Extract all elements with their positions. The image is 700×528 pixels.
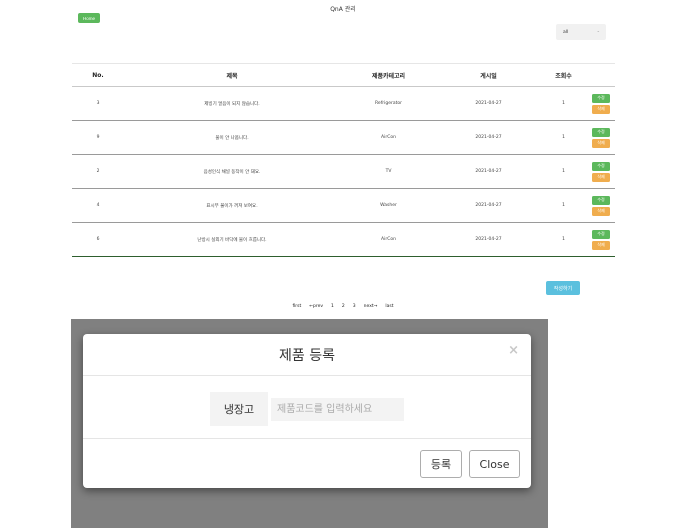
row-no: 6 <box>96 237 100 242</box>
product-code-input[interactable] <box>271 398 404 421</box>
row-views: 1 <box>562 237 565 242</box>
page-next-link[interactable]: next→ <box>364 304 378 309</box>
edit-button[interactable]: 수정 <box>592 127 610 137</box>
row-title-link[interactable]: 제빙기 얼음이 되지 않습니다. <box>124 101 340 107</box>
row-category: AirCon <box>381 135 396 140</box>
column-header-views: 조회수 <box>555 72 572 80</box>
modal-body: 냉장고 <box>83 376 531 439</box>
table-row[interactable]: 2 음성인식 채널 동작이 안 돼요. TV 2021-04-27 1 수정 삭… <box>72 155 615 189</box>
delete-button[interactable]: 삭제 <box>592 240 610 250</box>
pagination: first ←prev 1 2 3 next→ last <box>0 304 686 309</box>
write-post-button[interactable]: 작성하기 <box>546 281 580 295</box>
column-header-no: No. <box>92 71 104 79</box>
row-date: 2021-04-27 <box>475 237 502 242</box>
table-row[interactable]: 6 난방시 실외기 바닥에 물이 흐릅니다. AirCon 2021-04-27… <box>72 223 615 257</box>
row-actions: 수정 삭제 <box>587 127 615 148</box>
edit-button[interactable]: 수정 <box>592 161 610 171</box>
row-no: 3 <box>96 101 100 106</box>
row-category: Washer <box>380 203 397 208</box>
page-first-link[interactable]: first <box>292 304 301 309</box>
page: QnA 관리 Home all ⌄ No. 제목 제품카테고리 게시일 조회수 … <box>0 0 700 528</box>
row-title-link[interactable]: 물이 안 나옵니다. <box>124 135 340 141</box>
page-title: QnA 관리 <box>330 6 356 13</box>
row-actions: 수정 삭제 <box>587 229 615 250</box>
product-type-label: 냉장고 <box>210 392 268 426</box>
table-row[interactable]: 4 표시부 불이가 꺼져 보여요. Washer 2021-04-27 1 수정… <box>72 189 615 223</box>
row-views: 1 <box>562 203 565 208</box>
row-no: 2 <box>96 169 100 174</box>
page-1-link[interactable]: 1 <box>331 304 334 309</box>
qna-table: No. 제목 제품카테고리 게시일 조회수 3 제빙기 얼음이 되지 않습니다.… <box>72 63 615 257</box>
edit-button[interactable]: 수정 <box>592 93 610 103</box>
product-register-modal: 제품 등록 × 냉장고 등록 Close <box>83 334 531 488</box>
row-date: 2021-04-27 <box>475 101 502 106</box>
home-button[interactable]: Home <box>78 13 100 23</box>
row-actions: 수정 삭제 <box>587 195 615 216</box>
page-3-link[interactable]: 3 <box>353 304 356 309</box>
page-prev-link[interactable]: ←prev <box>309 304 323 309</box>
filter-selected-value: all <box>563 29 569 35</box>
modal-title: 제품 등록 <box>279 347 335 364</box>
table-header: No. 제목 제품카테고리 게시일 조회수 <box>72 63 615 87</box>
chevron-down-icon: ⌄ <box>596 28 600 33</box>
page-last-link[interactable]: last <box>385 304 393 309</box>
table-row[interactable]: 9 물이 안 나옵니다. AirCon 2021-04-27 1 수정 삭제 <box>72 121 615 155</box>
category-filter-select[interactable]: all ⌄ <box>556 24 606 40</box>
row-views: 1 <box>562 169 565 174</box>
modal-footer: 등록 Close <box>83 439 531 488</box>
close-button[interactable]: Close <box>469 450 520 478</box>
row-category: Refrigerator <box>375 101 402 106</box>
edit-button[interactable]: 수정 <box>592 195 610 205</box>
page-2-link[interactable]: 2 <box>342 304 345 309</box>
row-views: 1 <box>562 101 565 106</box>
row-category: AirCon <box>381 237 396 242</box>
column-header-title: 제목 <box>226 72 238 80</box>
close-icon[interactable]: × <box>508 343 519 358</box>
row-no: 4 <box>96 203 100 208</box>
row-date: 2021-04-27 <box>475 169 502 174</box>
table-row[interactable]: 3 제빙기 얼음이 되지 않습니다. Refrigerator 2021-04-… <box>72 87 615 121</box>
row-title-link[interactable]: 난방시 실외기 바닥에 물이 흐릅니다. <box>124 237 340 243</box>
row-actions: 수정 삭제 <box>587 93 615 114</box>
modal-header: 제품 등록 × <box>83 334 531 376</box>
delete-button[interactable]: 삭제 <box>592 206 610 216</box>
row-views: 1 <box>562 135 565 140</box>
delete-button[interactable]: 삭제 <box>592 172 610 182</box>
row-date: 2021-04-27 <box>475 203 502 208</box>
row-category: TV <box>385 169 392 174</box>
row-no: 9 <box>96 135 100 140</box>
row-title-link[interactable]: 음성인식 채널 동작이 안 돼요. <box>124 169 340 175</box>
row-actions: 수정 삭제 <box>587 161 615 182</box>
column-header-date: 게시일 <box>480 72 497 80</box>
register-button[interactable]: 등록 <box>420 450 462 478</box>
delete-button[interactable]: 삭제 <box>592 138 610 148</box>
row-date: 2021-04-27 <box>475 135 502 140</box>
column-header-category: 제품카테고리 <box>371 72 406 80</box>
row-title-link[interactable]: 표시부 불이가 꺼져 보여요. <box>124 203 340 209</box>
delete-button[interactable]: 삭제 <box>592 104 610 114</box>
edit-button[interactable]: 수정 <box>592 229 610 239</box>
